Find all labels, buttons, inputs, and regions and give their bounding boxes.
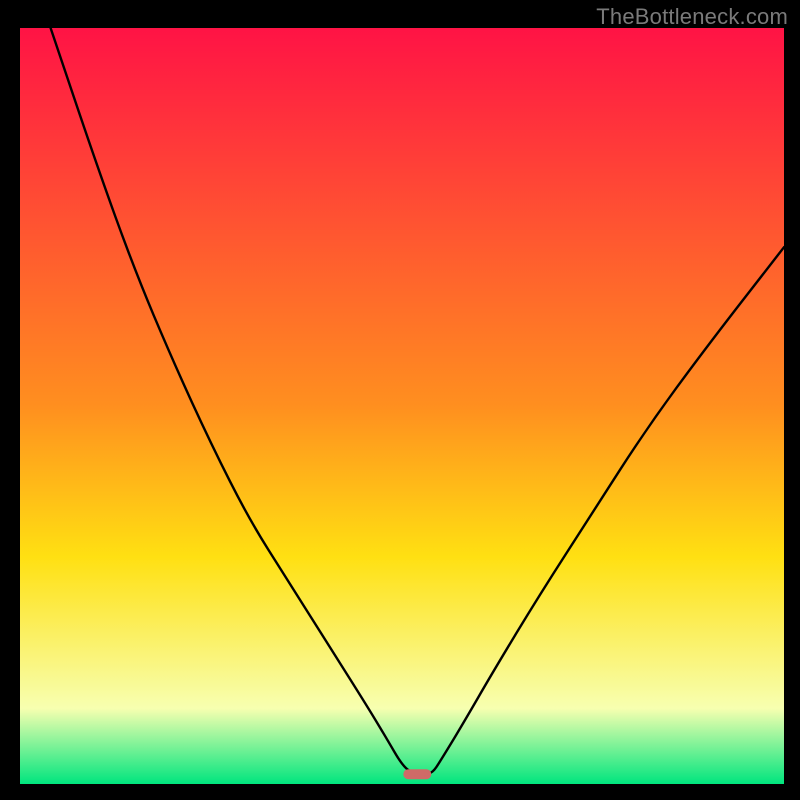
optimal-point-marker [403,769,431,779]
chart-frame: TheBottleneck.com [0,0,800,800]
watermark-text: TheBottleneck.com [596,4,788,30]
bottleneck-chart [0,0,800,800]
plot-background [20,28,784,784]
